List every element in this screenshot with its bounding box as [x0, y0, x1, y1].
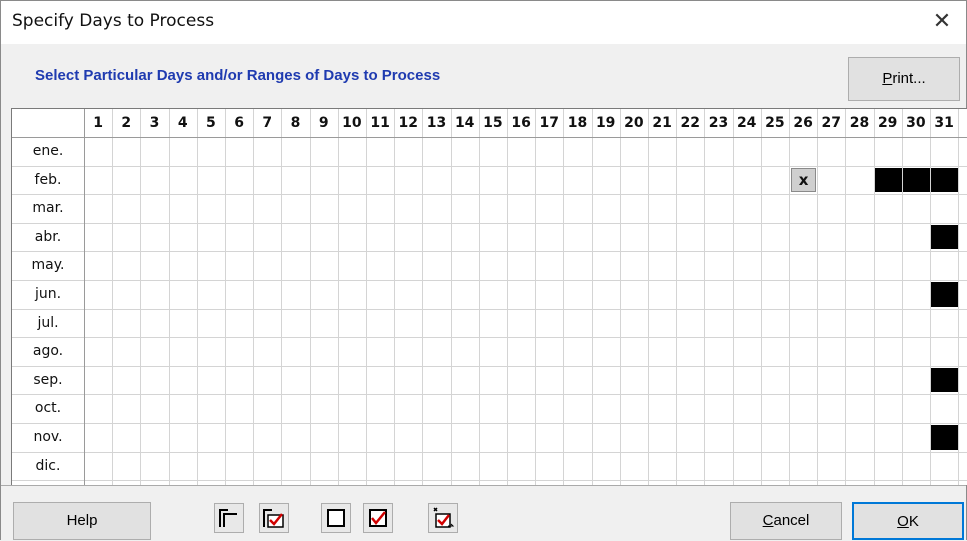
day-header[interactable]: 29	[874, 109, 902, 137]
month-label[interactable]: jun.	[12, 280, 84, 309]
print-button[interactable]: Print...	[848, 57, 960, 101]
day-header[interactable]: 2	[112, 109, 140, 137]
day-header[interactable]: 26	[789, 109, 817, 137]
day-header[interactable]: 10	[338, 109, 366, 137]
instruction-text: Select Particular Days and/or Ranges of …	[35, 67, 441, 84]
print-accel: P	[882, 70, 893, 87]
day-header[interactable]: 21	[648, 109, 676, 137]
title-bar: Specify Days to Process ✕	[1, 0, 966, 44]
grid-line-h	[12, 194, 967, 196]
day-header[interactable]: 17	[535, 109, 563, 137]
day-header[interactable]: 5	[197, 109, 225, 137]
day-header[interactable]: 28	[845, 109, 873, 137]
day-header[interactable]: 4	[169, 109, 197, 137]
grid-line-h	[12, 394, 967, 396]
day-header[interactable]: 25	[761, 109, 789, 137]
specify-days-dialog: Specify Days to Process ✕ Select Particu…	[0, 0, 967, 540]
selected-day-cell[interactable]	[931, 167, 959, 193]
day-header[interactable]: 8	[281, 109, 309, 137]
window-title: Specify Days to Process	[12, 11, 215, 31]
month-label[interactable]: may.	[12, 251, 84, 280]
month-label[interactable]: ene.	[12, 137, 84, 166]
month-separator	[84, 109, 85, 485]
print-label: rint...	[892, 70, 926, 87]
header-separator	[12, 137, 967, 138]
month-label[interactable]: mar.	[12, 194, 84, 223]
month-label[interactable]: abr.	[12, 223, 84, 252]
toggle-selection-icon[interactable]	[428, 503, 458, 533]
selected-day-cell[interactable]	[931, 367, 959, 393]
day-header[interactable]: 14	[451, 109, 479, 137]
month-label[interactable]: jul.	[12, 309, 84, 338]
day-header[interactable]: 12	[394, 109, 422, 137]
grid-line-h	[12, 451, 967, 453]
close-icon[interactable]: ✕	[924, 5, 960, 39]
day-header[interactable]: 24	[733, 109, 761, 137]
month-label[interactable]: ago.	[12, 337, 84, 366]
check-icon[interactable]	[363, 503, 393, 533]
day-header[interactable]: 11	[366, 109, 394, 137]
month-label[interactable]: sep.	[12, 366, 84, 395]
day-header[interactable]: 13	[422, 109, 450, 137]
month-label[interactable]: feb.	[12, 166, 84, 195]
grid-line-h	[12, 365, 967, 367]
selected-day-cell[interactable]	[931, 224, 959, 250]
help-button[interactable]: Help	[13, 502, 151, 540]
day-header[interactable]: 22	[676, 109, 704, 137]
grid-line-h	[12, 480, 967, 482]
selected-day-cell[interactable]	[931, 282, 959, 307]
day-header[interactable]: 3	[140, 109, 168, 137]
grid-line-h	[12, 308, 967, 310]
selected-day-cell[interactable]	[902, 167, 930, 193]
day-header[interactable]: 9	[310, 109, 338, 137]
month-label[interactable]: nov.	[12, 423, 84, 452]
ok-accel: O	[897, 513, 909, 530]
day-header[interactable]: 27	[817, 109, 845, 137]
day-header[interactable]: 19	[592, 109, 620, 137]
day-header[interactable]: 1	[84, 109, 112, 137]
month-label[interactable]: dic.	[12, 452, 84, 481]
day-header[interactable]: 30	[902, 109, 930, 137]
day-header[interactable]: 23	[704, 109, 732, 137]
select-range-icon[interactable]	[214, 503, 244, 533]
uncheck-icon[interactable]	[321, 503, 351, 533]
day-grid[interactable]: 1 2 3 4 5 6 7 8 9 10 11 12 13 14 15 16 17 18 19 20 21 22 23 24 2…	[11, 108, 967, 485]
grid-line-h	[12, 423, 967, 424]
cancel-accel: C	[762, 512, 774, 529]
grid-line-h	[12, 222, 967, 224]
cancel-button[interactable]: Cancel	[730, 502, 842, 540]
grid-line-h	[12, 251, 967, 253]
grid-line-h	[12, 165, 967, 167]
ok-button[interactable]: OK	[852, 502, 964, 540]
cancel-label: ancel	[773, 512, 810, 529]
check-range-icon[interactable]	[259, 503, 289, 533]
day-header[interactable]: 20	[620, 109, 648, 137]
grid-line-h	[12, 280, 967, 281]
grid-line-h	[12, 337, 967, 339]
day-header[interactable]: 6	[225, 109, 253, 137]
day-header[interactable]: 31	[930, 109, 958, 137]
selected-day-cell[interactable]	[874, 167, 902, 193]
day-header[interactable]: 16	[507, 109, 535, 137]
month-label[interactable]: oct.	[12, 394, 84, 423]
ok-label: K	[908, 513, 919, 530]
selected-day-cell[interactable]	[931, 425, 959, 450]
day-header[interactable]: 15	[479, 109, 507, 137]
day-header[interactable]: 18	[563, 109, 591, 137]
marked-day-cell[interactable]: x	[791, 167, 817, 193]
day-header[interactable]: 7	[253, 109, 281, 137]
